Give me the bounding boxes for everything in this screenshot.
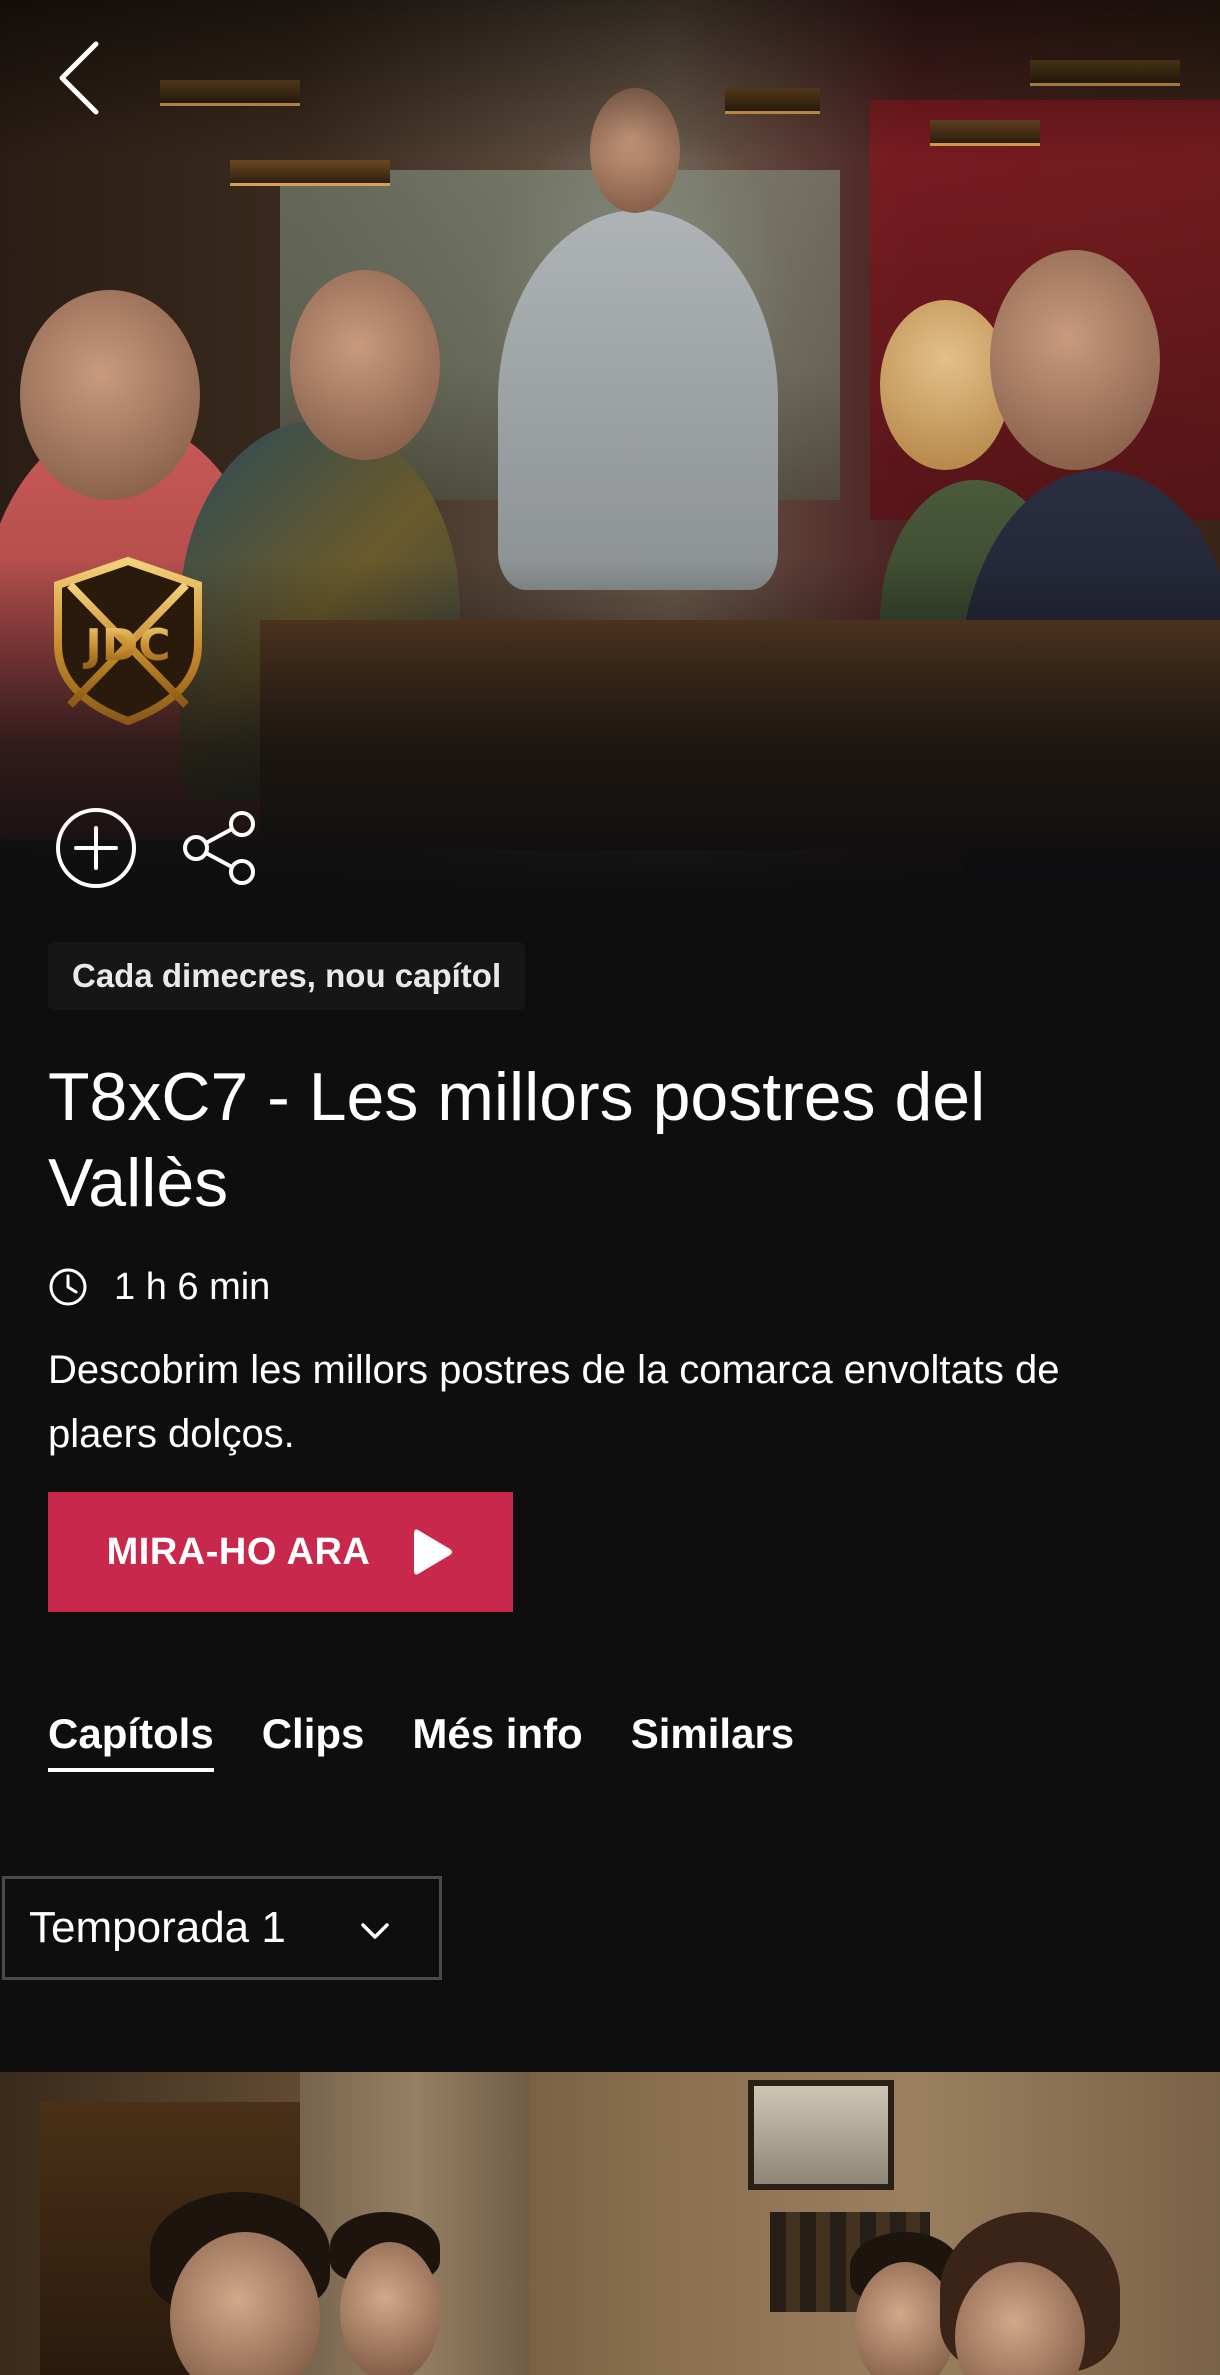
play-icon bbox=[414, 1529, 453, 1575]
tab-clips[interactable]: Clips bbox=[262, 1710, 365, 1772]
watch-now-label: MIRA-HO ARA bbox=[106, 1530, 371, 1573]
back-arrow-icon bbox=[59, 41, 99, 115]
episode-detail-page: JDC JOC DE CARTES Cada dimecres, nou cap… bbox=[0, 0, 1220, 2375]
svg-text:JDC: JDC bbox=[82, 620, 170, 671]
tab-similar[interactable]: Similars bbox=[631, 1710, 794, 1772]
back-button[interactable] bbox=[52, 38, 108, 118]
tab-chapters[interactable]: Capítols bbox=[48, 1710, 214, 1772]
episode-title: T8xC7 - Les millors postres del Vallès bbox=[48, 1059, 986, 1221]
schedule-badge: Cada dimecres, nou capítol bbox=[48, 942, 526, 1010]
clock-icon bbox=[49, 1268, 87, 1306]
duration-row: 1 h 6 min bbox=[48, 1262, 270, 1312]
episode-thumbnail[interactable] bbox=[0, 2072, 1220, 2375]
add-to-list-button[interactable] bbox=[54, 806, 138, 890]
add-to-list-icon bbox=[56, 808, 136, 888]
season-select[interactable]: Temporada 1 bbox=[2, 1876, 442, 1980]
hero-image bbox=[0, 0, 1220, 900]
season-select-value: Temporada 1 bbox=[29, 1903, 286, 1952]
show-logo: JDC JOC DE CARTES bbox=[48, 545, 568, 735]
logo-badge-icon: JDC bbox=[54, 556, 202, 725]
chevron-down-icon bbox=[361, 1923, 389, 1939]
action-icons bbox=[54, 806, 262, 890]
episode-duration: 1 h 6 min bbox=[114, 1265, 271, 1308]
watch-now-button[interactable]: MIRA-HO ARA bbox=[48, 1492, 513, 1612]
episode-description: Descobrim les millors postres de la coma… bbox=[48, 1348, 1060, 1456]
logo-wordmark: JOC DE CARTES bbox=[220, 545, 370, 735]
tab-more-info[interactable]: Més info bbox=[412, 1710, 582, 1772]
share-icon bbox=[183, 811, 255, 885]
content-tabs: Capítols Clips Més info Similars bbox=[48, 1710, 794, 1772]
share-button[interactable] bbox=[178, 806, 262, 890]
